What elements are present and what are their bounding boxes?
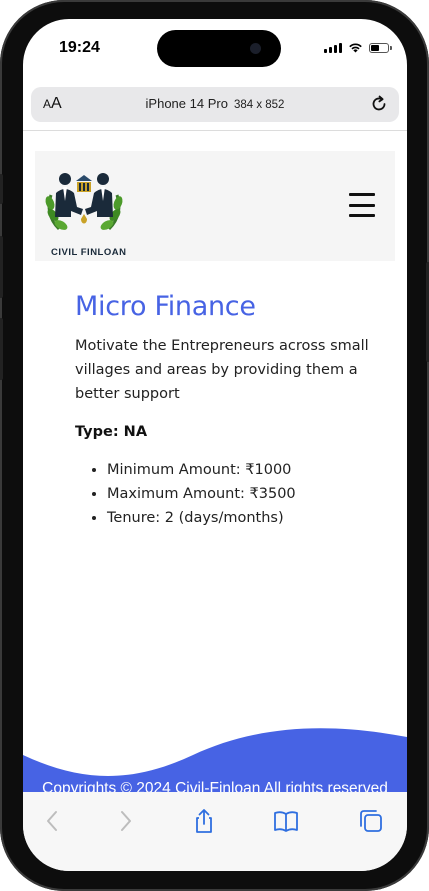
device-name: iPhone 14 Pro	[145, 96, 228, 111]
device-dims: 384 x 852	[233, 99, 285, 111]
chevron-left-icon[interactable]	[39, 808, 67, 834]
volume-up-button	[0, 236, 3, 298]
main-content: Micro Finance Motivate the Entrepreneurs…	[75, 291, 399, 530]
share-icon[interactable]	[190, 808, 218, 834]
status-icons	[324, 42, 392, 53]
hamburger-icon[interactable]	[349, 193, 375, 217]
type-label: Type: NA	[75, 424, 148, 440]
address-bar[interactable]: AA iPhone 14 Pro 384 x 852	[31, 87, 399, 122]
page-title: Micro Finance	[75, 291, 256, 322]
details-list: Minimum Amount: ₹1000 Maximum Amount: ₹3…	[75, 458, 399, 530]
list-item: Maximum Amount: ₹3500	[107, 482, 399, 506]
logo-text: CIVIL FINLOAN	[51, 247, 127, 258]
site-navbar: CIVIL FINLOAN	[35, 151, 395, 261]
volume-down-button	[0, 318, 3, 380]
phone-frame: 19:24 AA iPhone 14 Pro 384 x 852 CIVIL F…	[0, 0, 429, 891]
action-button	[0, 174, 3, 204]
list-item: Minimum Amount: ₹1000	[107, 458, 399, 482]
site-logo[interactable]: CIVIL FINLOAN	[41, 167, 127, 258]
page-description: Motivate the Entrepreneurs across small …	[75, 338, 369, 402]
chevron-right-icon[interactable]	[111, 808, 139, 834]
status-time: 19:24	[59, 39, 100, 56]
browser-toolbar	[23, 792, 407, 871]
screen: 19:24 AA iPhone 14 Pro 384 x 852 CIVIL F…	[23, 19, 407, 871]
camera-icon	[250, 43, 261, 54]
device-label: iPhone 14 Pro 384 x 852	[31, 96, 399, 111]
status-bar: 19:24	[23, 19, 407, 81]
wifi-icon	[349, 43, 362, 53]
book-icon[interactable]	[272, 808, 300, 834]
list-item: Tenure: 2 (days/months)	[107, 506, 399, 530]
cellular-signal-icon	[324, 42, 342, 53]
tabs-icon[interactable]	[357, 808, 385, 834]
battery-icon	[369, 42, 392, 53]
logo-emblem	[45, 173, 123, 231]
reload-icon[interactable]	[369, 94, 389, 114]
dynamic-island	[157, 30, 281, 67]
web-content: CIVIL FINLOAN Micro Finance Motivate the…	[23, 131, 407, 811]
